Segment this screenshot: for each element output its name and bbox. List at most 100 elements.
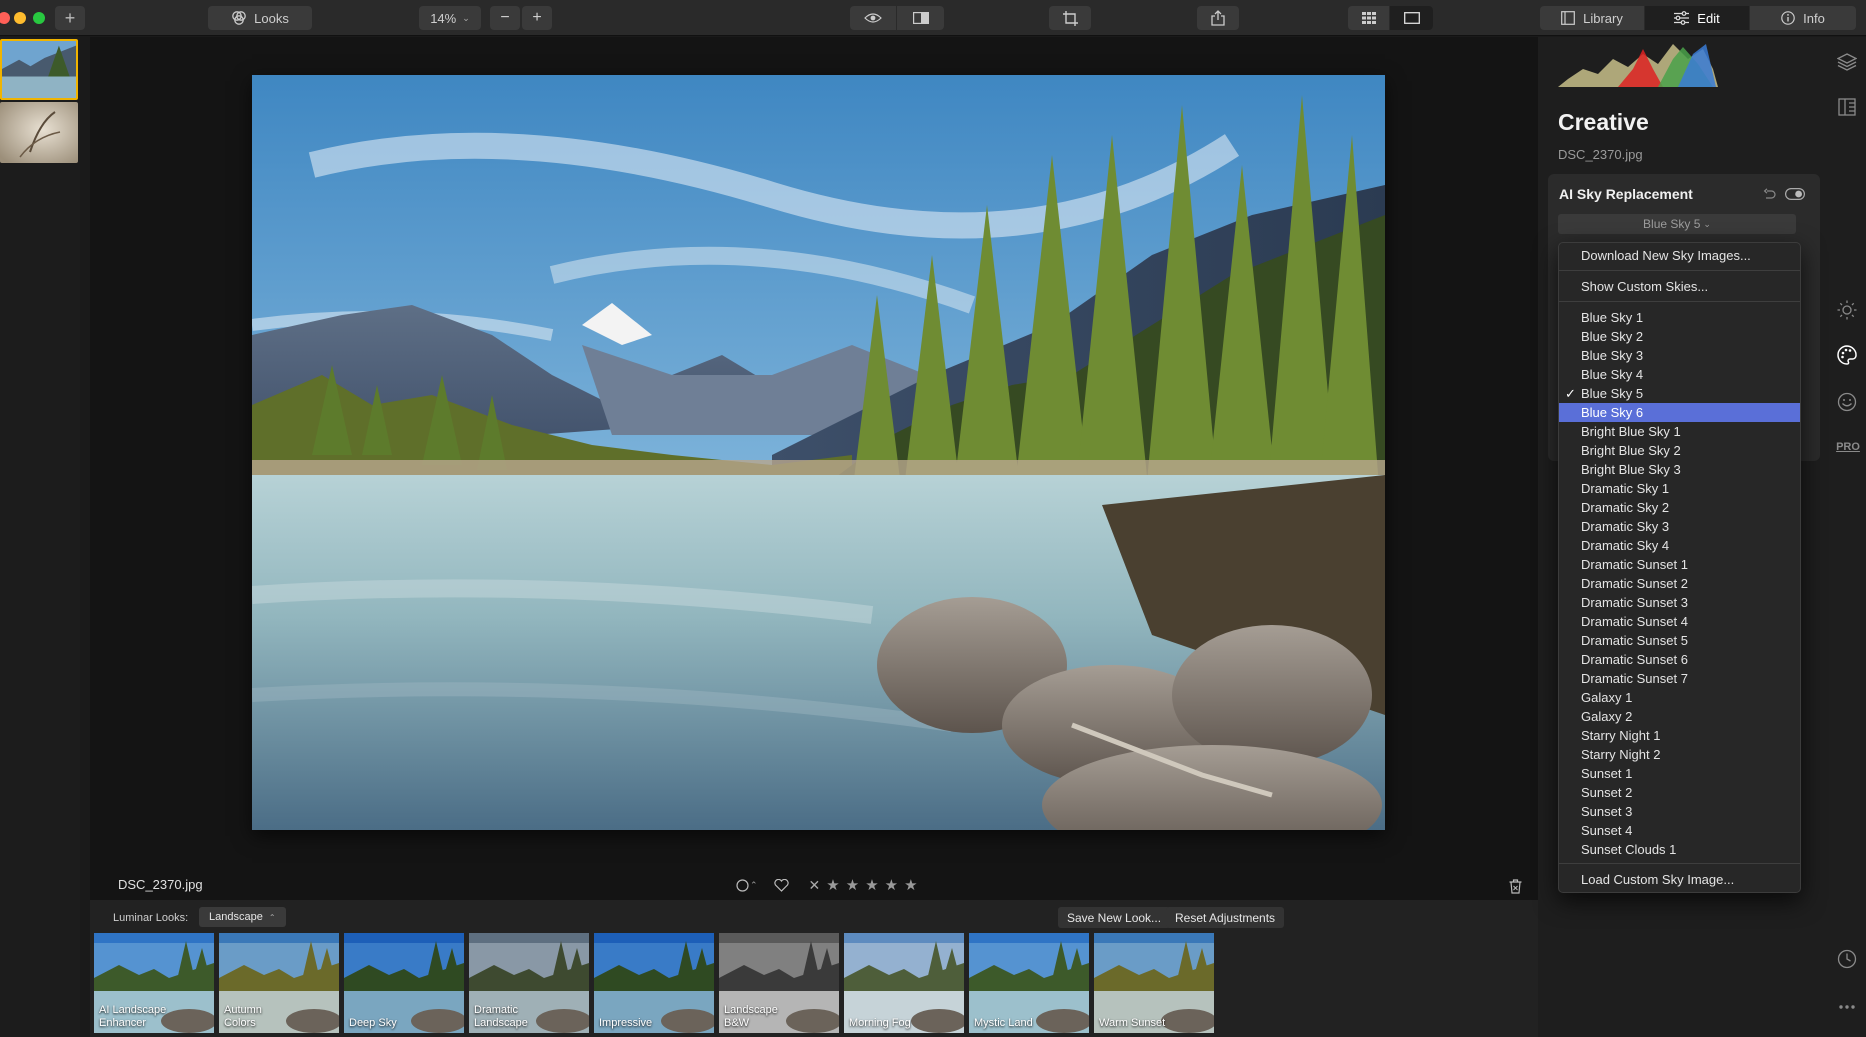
menu-item-sky[interactable]: Bright Blue Sky 1: [1559, 422, 1800, 441]
crop-button[interactable]: [1049, 6, 1091, 30]
menu-item-sky[interactable]: Blue Sky 1: [1559, 308, 1800, 327]
menu-item-show-custom-skies[interactable]: Show Custom Skies...: [1559, 277, 1800, 296]
look-thumbnail[interactable]: Impressive: [594, 933, 714, 1033]
canvas-icon[interactable]: [1837, 97, 1857, 117]
rating-star-3[interactable]: ★: [865, 876, 878, 894]
looks-panel: Luminar Looks: Landscape ⌃ Save New Look…: [90, 900, 1538, 1037]
menu-item-sky[interactable]: Dramatic Sky 3: [1559, 517, 1800, 536]
undo-icon[interactable]: [1763, 188, 1776, 201]
menu-item-sky[interactable]: Dramatic Sky 1: [1559, 479, 1800, 498]
menu-item-sky[interactable]: Sunset 1: [1559, 764, 1800, 783]
look-thumbnail[interactable]: Morning Fog: [844, 933, 964, 1033]
menu-item-sky[interactable]: Starry Night 2: [1559, 745, 1800, 764]
look-name: Deep Sky: [349, 1017, 397, 1030]
menu-item-load-custom-sky[interactable]: Load Custom Sky Image...: [1559, 870, 1800, 889]
preview-toggle-button[interactable]: [850, 6, 897, 30]
menu-item-sky[interactable]: Bright Blue Sky 2: [1559, 441, 1800, 460]
single-view-button[interactable]: [1390, 6, 1433, 30]
look-thumbnail[interactable]: Warm Sunset: [1094, 933, 1214, 1033]
rating-star-2[interactable]: ★: [846, 876, 859, 894]
sky-dropdown-menu: Download New Sky Images... Show Custom Sk…: [1558, 242, 1801, 893]
looks-category-select[interactable]: Landscape ⌃: [199, 907, 286, 927]
gallery-view-button[interactable]: [1348, 6, 1390, 30]
filmstrip-thumb[interactable]: [0, 102, 78, 163]
tab-info[interactable]: Info: [1750, 6, 1856, 30]
heart-icon[interactable]: [773, 878, 789, 892]
menu-item-sky[interactable]: Galaxy 2: [1559, 707, 1800, 726]
tab-library[interactable]: Library: [1540, 6, 1645, 30]
palette-icon[interactable]: [1837, 345, 1857, 365]
reject-icon[interactable]: ✕: [809, 877, 821, 894]
trash-icon[interactable]: [1509, 879, 1522, 894]
menu-item-sky[interactable]: Dramatic Sunset 3: [1559, 593, 1800, 612]
reset-adjustments-button[interactable]: Reset Adjustments: [1166, 907, 1285, 928]
rating-star-4[interactable]: ★: [885, 876, 898, 894]
compare-button[interactable]: [897, 6, 944, 30]
toggle-visibility-icon[interactable]: [1785, 188, 1805, 200]
chevron-down-icon: ⌄: [462, 12, 470, 23]
window-minimize-button[interactable]: [14, 12, 26, 24]
zoom-out-button[interactable]: −: [490, 6, 520, 30]
menu-item-sky[interactable]: Sunset 3: [1559, 802, 1800, 821]
zoom-select[interactable]: 14% ⌄: [419, 6, 481, 30]
menu-item-sky[interactable]: Dramatic Sunset 1: [1559, 555, 1800, 574]
menu-item-sky[interactable]: Galaxy 1: [1559, 688, 1800, 707]
menu-item-label: Dramatic Sunset 2: [1581, 576, 1688, 591]
look-thumbnail[interactable]: AI Landscape Enhancer: [94, 933, 214, 1033]
menu-item-label: Dramatic Sky 2: [1581, 500, 1670, 515]
menu-item-sky[interactable]: Dramatic Sky 4: [1559, 536, 1800, 555]
main-photo[interactable]: [252, 75, 1385, 830]
filmstrip-thumb-selected[interactable]: [0, 39, 78, 100]
menu-item-sky[interactable]: ✓ Blue Sky 5: [1559, 384, 1800, 403]
more-icon[interactable]: [1837, 997, 1857, 1017]
tool-title: AI Sky Replacement: [1559, 186, 1693, 202]
look-name-line2: Landscape: [474, 1017, 528, 1029]
menu-item-sky[interactable]: Sunset 2: [1559, 783, 1800, 802]
menu-item-sky[interactable]: Sunset Clouds 1: [1559, 840, 1800, 859]
sky-selection-dropdown[interactable]: Blue Sky 5 ⌄: [1558, 214, 1796, 234]
image-filename: DSC_2370.jpg: [118, 877, 203, 892]
menu-item-sky[interactable]: Blue Sky 2: [1559, 327, 1800, 346]
menu-item-sky[interactable]: Blue Sky 3: [1559, 346, 1800, 365]
rating-star-1[interactable]: ★: [826, 876, 839, 894]
menu-item-sky[interactable]: Dramatic Sunset 4: [1559, 612, 1800, 631]
tab-edit[interactable]: Edit: [1645, 6, 1750, 30]
menu-item-sky[interactable]: Blue Sky 4: [1559, 365, 1800, 384]
window-zoom-button[interactable]: [33, 12, 45, 24]
look-thumbnail[interactable]: Landscape B&W: [719, 933, 839, 1033]
look-name-line1: Autumn: [224, 1004, 262, 1016]
share-button[interactable]: [1197, 6, 1239, 30]
menu-item-sky[interactable]: Dramatic Sunset 7: [1559, 669, 1800, 688]
look-thumbnail[interactable]: Deep Sky: [344, 933, 464, 1033]
rating-star-5[interactable]: ★: [904, 876, 917, 894]
menu-item-sky[interactable]: Bright Blue Sky 3: [1559, 460, 1800, 479]
zoom-value: 14%: [430, 10, 457, 26]
look-name-line1: Dramatic: [474, 1004, 519, 1016]
sliders-icon: [1674, 11, 1690, 25]
menu-item-sky[interactable]: Dramatic Sunset 2: [1559, 574, 1800, 593]
color-label-dropdown[interactable]: ⌃: [736, 878, 758, 892]
menu-item-sky[interactable]: Dramatic Sunset 5: [1559, 631, 1800, 650]
history-clock-icon[interactable]: [1837, 949, 1857, 969]
add-image-button[interactable]: +: [55, 6, 85, 30]
menu-item-sky[interactable]: Blue Sky 6: [1559, 403, 1800, 422]
portrait-face-icon[interactable]: [1837, 392, 1857, 412]
looks-button[interactable]: Looks: [208, 6, 312, 30]
look-name: Autumn Colors: [224, 1004, 262, 1030]
sun-icon[interactable]: [1837, 300, 1857, 320]
menu-item-download-skies[interactable]: Download New Sky Images...: [1559, 246, 1800, 265]
menu-item-sky[interactable]: Dramatic Sky 2: [1559, 498, 1800, 517]
menu-item-sky[interactable]: Dramatic Sunset 6: [1559, 650, 1800, 669]
menu-item-sky[interactable]: Starry Night 1: [1559, 726, 1800, 745]
window-close-button[interactable]: [0, 12, 10, 24]
save-new-look-button[interactable]: Save New Look...: [1058, 907, 1171, 928]
look-thumbnail[interactable]: Dramatic Landscape: [469, 933, 589, 1033]
menu-separator: [1559, 301, 1800, 302]
layers-icon[interactable]: [1837, 52, 1857, 72]
zoom-in-button[interactable]: +: [522, 6, 552, 30]
menu-item-sky[interactable]: Sunset 4: [1559, 821, 1800, 840]
pro-tools-icon[interactable]: PRO: [1836, 441, 1860, 455]
menu-item-label: Sunset 4: [1581, 823, 1633, 838]
look-thumbnail[interactable]: Autumn Colors: [219, 933, 339, 1033]
look-thumbnail[interactable]: Mystic Land: [969, 933, 1089, 1033]
